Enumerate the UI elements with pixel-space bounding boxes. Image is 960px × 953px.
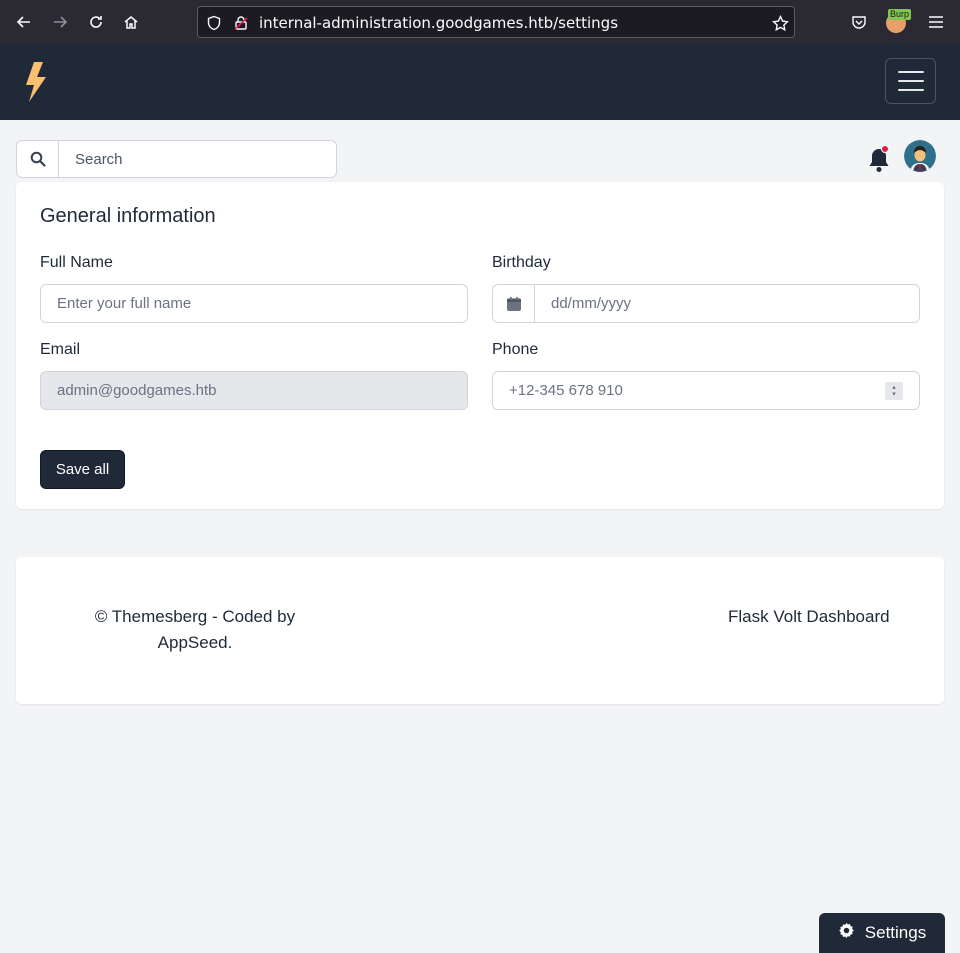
notification-dot [881,145,889,153]
chevron-up-icon[interactable]: ▴ [892,384,896,391]
full-name-label: Full Name [40,254,113,271]
birthday-input[interactable] [535,285,919,322]
search-icon [17,141,59,177]
reload-icon[interactable] [84,10,108,34]
email-field-wrapper [40,371,468,410]
email-label: Email [40,341,81,358]
burp-badge: Burp [888,9,912,20]
full-name-field-wrapper [40,284,468,323]
hamburger-menu-icon[interactable] [927,13,945,31]
full-name-input[interactable] [41,285,467,322]
birthday-field-wrapper [492,284,920,323]
toggle-bar-icon [897,89,924,91]
pocket-icon[interactable] [850,13,868,31]
gear-icon [838,922,855,944]
phone-field-wrapper: ▴ ▾ [492,371,920,410]
toggle-bar-icon [897,80,924,82]
card-title: General information [40,205,216,227]
browser-toolbar: internal-administration.goodgames.htb/se… [0,0,960,43]
birthday-label: Birthday [492,254,551,271]
save-all-button[interactable]: Save all [40,450,125,489]
home-icon[interactable] [119,10,143,34]
bookmark-star-icon[interactable] [771,14,789,32]
navbar-toggle-button[interactable] [885,58,936,104]
shield-icon[interactable] [205,14,223,32]
address-bar[interactable]: internal-administration.goodgames.htb/se… [197,6,795,38]
settings-label: Settings [864,923,927,942]
search-input[interactable] [59,141,329,177]
number-spinner[interactable]: ▴ ▾ [885,382,903,400]
search-bar [16,140,337,178]
phone-input[interactable] [493,372,919,409]
footer: © Themesberg - Coded by AppSeed. Flask V… [16,557,944,704]
settings-button[interactable]: Settings [819,913,945,953]
footer-product: Flask Volt Dashboard [728,607,890,626]
footer-credit: © Themesberg - Coded by AppSeed. [94,607,296,652]
chevron-down-icon[interactable]: ▾ [892,391,896,398]
top-navbar [0,43,960,120]
general-information-card: General information Full Name Birthday E… [16,182,944,509]
lightning-logo-icon[interactable] [22,60,50,104]
forward-icon[interactable] [48,10,72,34]
insecure-lock-icon[interactable] [232,14,250,32]
calendar-icon [493,285,535,322]
toggle-bar-icon [897,71,924,73]
back-icon[interactable] [12,10,36,34]
user-avatar[interactable] [904,140,936,172]
url-text: internal-administration.goodgames.htb/se… [259,14,619,32]
phone-label: Phone [492,341,539,358]
email-input [41,372,467,409]
